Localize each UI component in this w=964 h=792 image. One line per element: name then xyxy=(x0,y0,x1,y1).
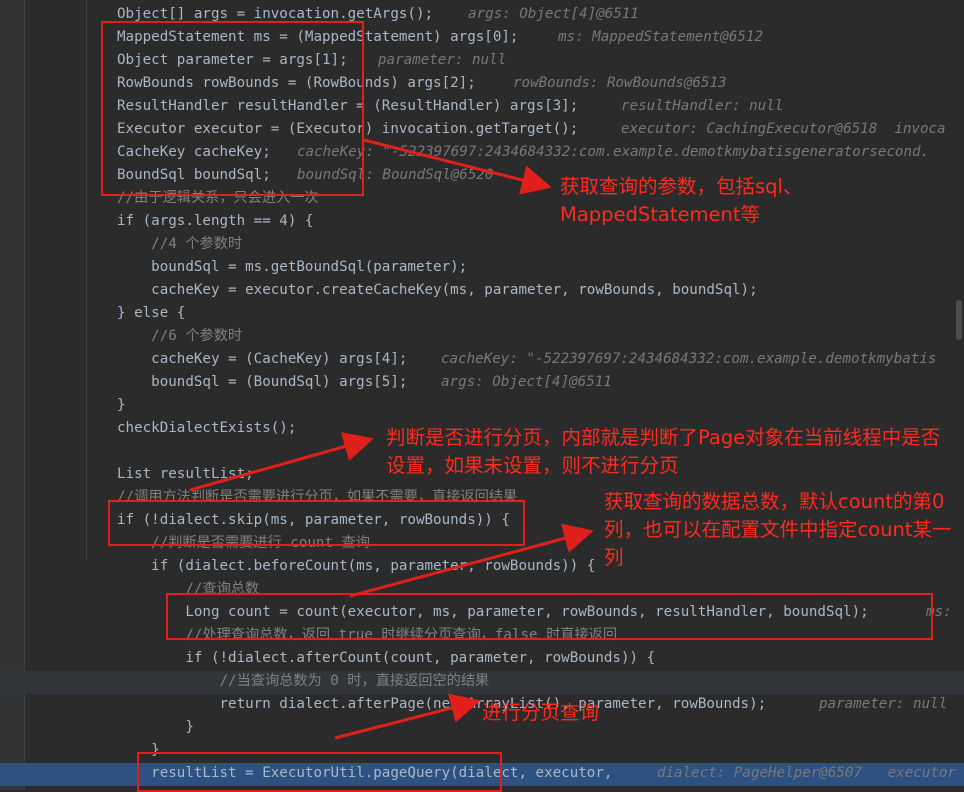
arrow-skip xyxy=(189,432,374,492)
annotation-params: 获取查询的参数，包括sql、MappedStatement等 xyxy=(560,175,803,226)
arrow-pagequery xyxy=(334,693,481,740)
arrow-params xyxy=(363,138,552,195)
annotation-skip: 判断是否进行分页，内部就是判断了Page对象在当前线程中是否设置，如果未设置，则… xyxy=(386,426,941,477)
annotation-arrows xyxy=(189,138,594,740)
arrow-count xyxy=(349,523,594,598)
annotation-count: 获取查询的数据总数，默认count的第0列，也可以在配置文件中指定count某一… xyxy=(604,490,952,569)
annotation-pagequery: 进行分页查询 xyxy=(482,701,600,724)
